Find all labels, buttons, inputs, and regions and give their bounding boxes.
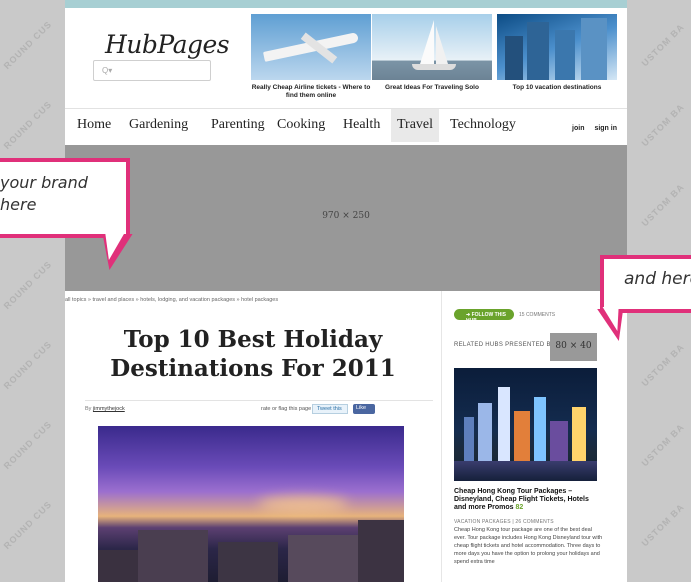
watermark-text: USTOM BA	[639, 181, 687, 229]
tweet-button[interactable]: Tweet this	[312, 404, 348, 414]
related-hubs-label: RELATED HUBS PRESENTED BY	[454, 342, 556, 348]
banner-size-label: 970 × 250	[322, 211, 370, 221]
account-links: join sign in	[564, 125, 617, 132]
rate-flag-link[interactable]: rate or flag this page	[261, 406, 311, 412]
related-hub-title[interactable]: Cheap Hong Kong Tour Packages – Disneyla…	[454, 488, 602, 512]
join-link[interactable]: join	[572, 125, 584, 132]
promo-vacation-destinations[interactable]: Top 10 vacation destinations	[497, 14, 617, 92]
site-logo[interactable]: HubPages	[105, 30, 230, 59]
author-link[interactable]: jimmythejock	[93, 406, 125, 412]
brand-callout-right: and here	[600, 255, 691, 313]
nav-item-parenting[interactable]: Parenting	[211, 117, 265, 133]
brand-callout-left: your brand here	[0, 158, 130, 238]
breadcrumb[interactable]: all topics » travel and places » hotels,…	[65, 297, 278, 303]
comments-count-link[interactable]: 15 COMMENTS	[519, 312, 555, 318]
main-nav: Home Gardening Parenting Cooking Health …	[65, 108, 627, 144]
promo-caption[interactable]: Great Ideas For Traveling Solo	[372, 84, 492, 92]
watermark-text: ROUND CUS	[1, 499, 54, 551]
related-hub-meta: VACATION PACKAGES | 26 COMMENTS	[454, 519, 554, 525]
watermark-text: ROUND CUS	[1, 99, 54, 151]
sponsor-ad-placeholder[interactable]: 80 × 40	[550, 333, 597, 361]
signin-link[interactable]: sign in	[594, 125, 617, 132]
like-button-label: Like	[356, 405, 367, 411]
watermark-text: ROUND CUS	[1, 259, 54, 311]
nav-item-technology[interactable]: Technology	[450, 117, 516, 133]
promo-caption[interactable]: Really Cheap Airline tickets - Where to …	[251, 84, 371, 100]
nav-item-gardening[interactable]: Gardening	[129, 117, 188, 133]
hubpages-page: HubPages Q▾ Really Cheap Airline tickets…	[65, 8, 627, 582]
nav-item-home[interactable]: Home	[77, 117, 111, 133]
sidebar-divider	[441, 291, 442, 582]
watermark-text: USTOM BA	[639, 421, 687, 469]
related-hub-image[interactable]	[454, 368, 597, 481]
sailboat-image[interactable]	[372, 14, 492, 80]
byline-label: By	[85, 406, 92, 412]
divider	[85, 400, 433, 401]
facebook-like-button[interactable]: Like	[353, 404, 375, 414]
search-input[interactable]: Q▾	[93, 60, 211, 81]
background-pattern-left: ROUND CUS ROUND CUS ROUND CUS ROUND CUS …	[0, 0, 65, 582]
hub-score-badge: 82	[515, 504, 524, 511]
tweet-button-label: Tweet this	[317, 406, 342, 412]
watermark-text: USTOM BA	[639, 101, 687, 149]
promo-caption[interactable]: Top 10 vacation destinations	[497, 84, 617, 92]
nav-item-cooking[interactable]: Cooking	[277, 117, 325, 133]
banner-ad-placeholder[interactable]: 970 × 250	[65, 145, 627, 291]
watermark-text: USTOM BA	[639, 341, 687, 389]
follow-hub-button[interactable]: ➜ FOLLOW THIS HUB	[454, 309, 514, 324]
nav-item-health[interactable]: Health	[343, 117, 380, 133]
page-title: Top 10 Best Holiday Destinations For 201…	[110, 326, 396, 382]
promo-airline-tickets[interactable]: Really Cheap Airline tickets - Where to …	[251, 14, 371, 100]
watermark-text: ROUND CUS	[1, 419, 54, 471]
promo-traveling-solo[interactable]: Great Ideas For Traveling Solo	[372, 14, 492, 92]
byline: By jimmythejock	[85, 406, 125, 412]
watermark-text: ROUND CUS	[1, 19, 54, 71]
airplane-image[interactable]	[251, 14, 371, 80]
watermark-text: ROUND CUS	[1, 339, 54, 391]
related-hub-description: Cheap Hong Kong tour package are one of …	[454, 527, 603, 565]
watermark-text: USTOM BA	[639, 501, 687, 549]
skyscraper-image[interactable]	[497, 14, 617, 80]
watermark-text: USTOM BA	[639, 21, 687, 69]
nav-item-travel[interactable]: Travel	[391, 109, 440, 142]
article-hero-image	[98, 426, 404, 582]
